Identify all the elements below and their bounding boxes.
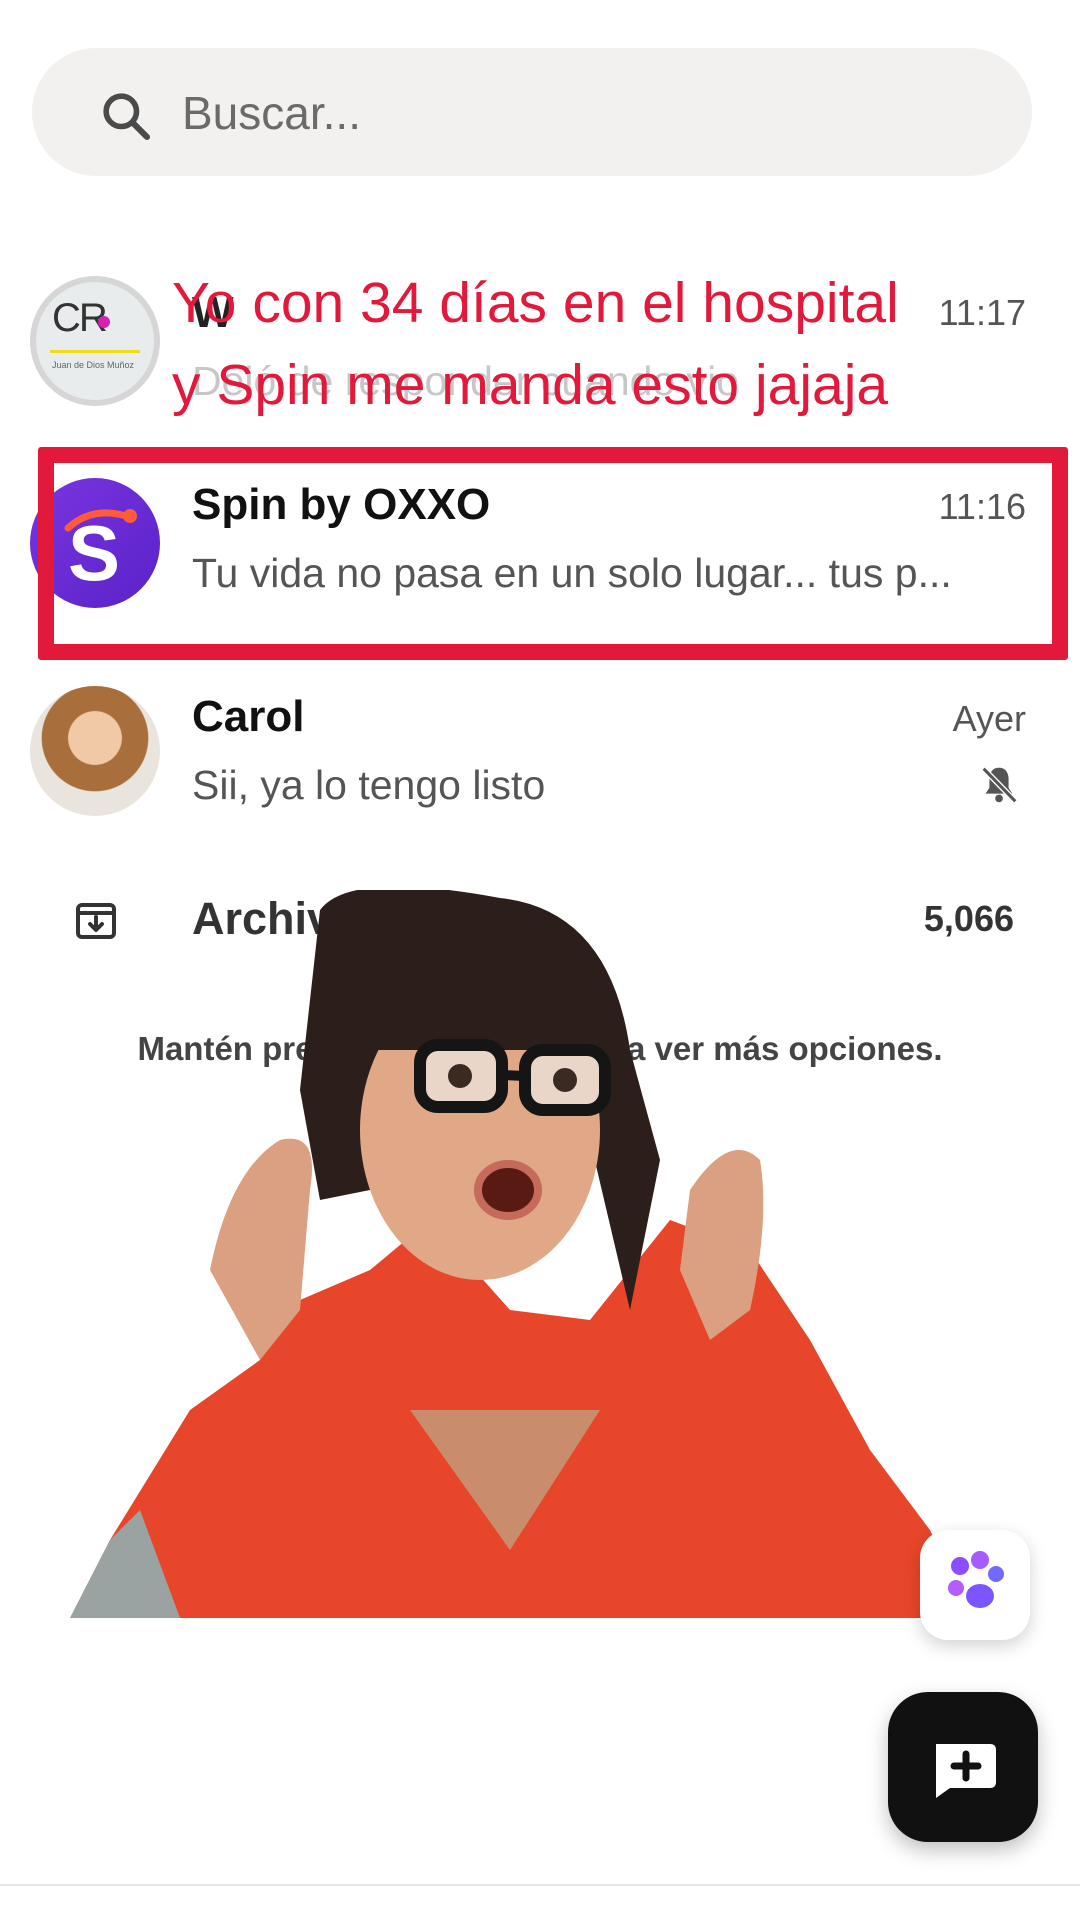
- search-bar[interactable]: Buscar...: [32, 48, 1032, 176]
- chat-preview: Sii, ya lo tengo listo: [192, 762, 546, 808]
- highlight-box: [38, 447, 1068, 660]
- new-chat-icon: [936, 1744, 996, 1798]
- chat-time: Ayer: [952, 698, 1026, 739]
- avatar: CR Juan de Dios Muñoz: [30, 276, 160, 406]
- search-input[interactable]: Buscar...: [182, 86, 361, 140]
- ai-assistant-button[interactable]: [920, 1530, 1030, 1640]
- search-icon: [103, 93, 151, 141]
- overlay-caption: Yo con 34 días en el hospital y Spin me …: [172, 262, 1072, 426]
- avatar-stripe: [50, 350, 140, 353]
- meme-sticker-image: [70, 890, 970, 1618]
- new-chat-button[interactable]: [888, 1692, 1038, 1842]
- avatar-small-text: Juan de Dios Muñoz: [52, 360, 135, 370]
- caption-line-2: y Spin me manda esto jajaja: [172, 353, 889, 417]
- avatar: [30, 686, 160, 816]
- avatar-dot: [98, 316, 110, 328]
- ai-paw-icon: [948, 1551, 1004, 1608]
- bottom-nav-divider: [0, 1884, 1080, 1886]
- chat-name: Carol: [192, 692, 305, 741]
- caption-line-1: Yo con 34 días en el hospital: [172, 271, 899, 335]
- chat-row-carol[interactable]: Carol Ayer Sii, ya lo tengo listo: [0, 680, 1080, 830]
- muted-bell-icon: [981, 766, 1018, 804]
